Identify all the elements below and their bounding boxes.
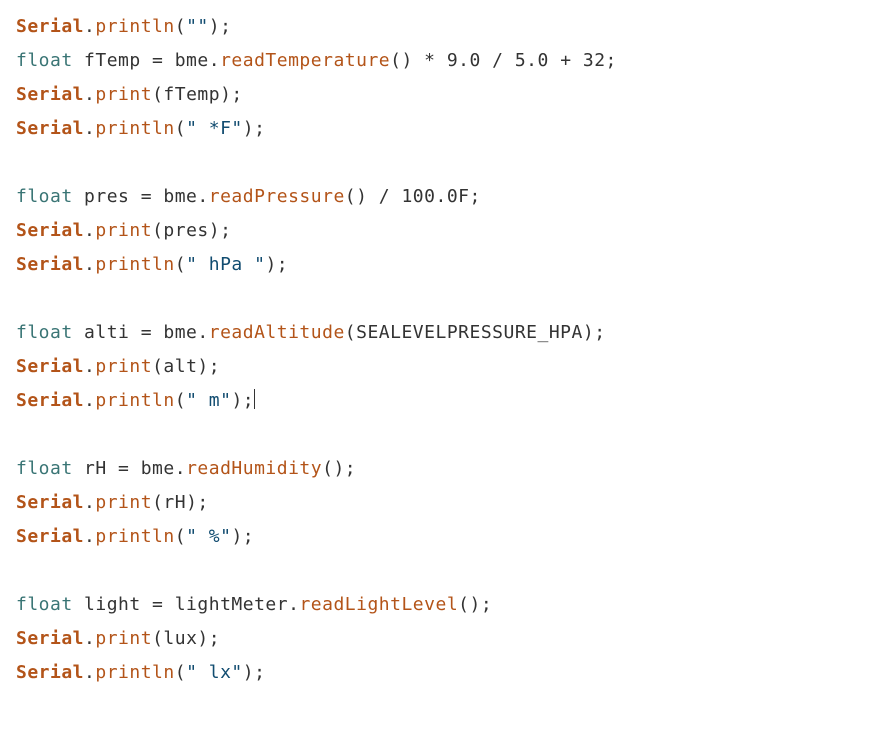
code-token-mem: println [95, 118, 174, 139]
code-token-mem: print [95, 628, 152, 649]
code-token-kw: float [16, 186, 73, 207]
code-token-op: . [84, 16, 95, 37]
code-token-op: . [84, 662, 95, 683]
code-token-obj: Serial [16, 662, 84, 683]
code-token-op: ); [231, 526, 254, 547]
code-token-mem: print [95, 356, 152, 377]
code-token-op: (); [322, 458, 356, 479]
code-line: float alti = bme.readAltitude(SEALEVELPR… [16, 316, 868, 350]
code-token-mem: println [95, 16, 174, 37]
code-token-op: ); [209, 16, 232, 37]
code-token-op: (pres); [152, 220, 231, 241]
code-token-obj: Serial [16, 356, 84, 377]
code-token-obj: Serial [16, 84, 84, 105]
code-token-str: " m" [186, 390, 231, 411]
code-token-op: . [84, 390, 95, 411]
code-token-op: . [84, 220, 95, 241]
code-token-op: fTemp = bme. [73, 50, 220, 71]
code-block: Serial.println("");float fTemp = bme.rea… [16, 10, 868, 690]
code-token-str: " %" [186, 526, 231, 547]
code-line: float light = lightMeter.readLightLevel(… [16, 588, 868, 622]
code-token-obj: Serial [16, 628, 84, 649]
code-line: Serial.print(lux); [16, 622, 868, 656]
code-token-str: " *F" [186, 118, 243, 139]
code-token-op: ); [243, 662, 266, 683]
code-token-op: () * 9.0 / 5.0 + 32; [390, 50, 617, 71]
code-token-obj: Serial [16, 390, 84, 411]
code-token-op: . [84, 628, 95, 649]
code-line [16, 146, 868, 180]
code-token-op: ( [175, 662, 186, 683]
code-line: Serial.print(fTemp); [16, 78, 868, 112]
code-token-op: (); [458, 594, 492, 615]
code-token-op: . [84, 526, 95, 547]
code-line: float fTemp = bme.readTemperature() * 9.… [16, 44, 868, 78]
code-token-mem: print [95, 220, 152, 241]
code-token-op: ); [243, 118, 266, 139]
code-token-op: rH = bme. [73, 458, 186, 479]
code-token-mem: println [95, 526, 174, 547]
code-token-op: . [84, 84, 95, 105]
code-line: Serial.println(" m"); [16, 384, 868, 418]
code-token-mem: readPressure [209, 186, 345, 207]
code-token-op: (SEALEVELPRESSURE_HPA); [345, 322, 606, 343]
code-token-mem: println [95, 662, 174, 683]
code-token-op: (rH); [152, 492, 209, 513]
code-token-op: . [84, 118, 95, 139]
text-cursor-icon [254, 389, 255, 409]
code-token-op: . [84, 356, 95, 377]
code-line: Serial.println(" *F"); [16, 112, 868, 146]
code-token-op: ); [265, 254, 288, 275]
code-token-mem: println [95, 254, 174, 275]
code-line: Serial.println(""); [16, 10, 868, 44]
code-token-mem: println [95, 390, 174, 411]
code-token-op: () / 100.0F; [345, 186, 481, 207]
code-token-mem: readAltitude [209, 322, 345, 343]
code-line: Serial.println(" hPa "); [16, 248, 868, 282]
code-token-kw: float [16, 322, 73, 343]
code-token-op: ); [231, 390, 254, 411]
code-token-op: (lux); [152, 628, 220, 649]
code-line [16, 554, 868, 588]
code-line: Serial.print(alt); [16, 350, 868, 384]
code-token-str: " lx" [186, 662, 243, 683]
code-token-mem: readLightLevel [299, 594, 458, 615]
code-line: float rH = bme.readHumidity(); [16, 452, 868, 486]
code-line [16, 282, 868, 316]
code-line: float pres = bme.readPressure() / 100.0F… [16, 180, 868, 214]
code-token-kw: float [16, 458, 73, 479]
code-token-mem: print [95, 492, 152, 513]
code-token-obj: Serial [16, 220, 84, 241]
code-token-op: ( [175, 16, 186, 37]
code-token-mem: readTemperature [220, 50, 390, 71]
code-token-op: (alt); [152, 356, 220, 377]
code-line [16, 418, 868, 452]
code-token-op: . [84, 254, 95, 275]
code-line: Serial.print(rH); [16, 486, 868, 520]
code-token-op: ( [175, 118, 186, 139]
code-token-str: "" [186, 16, 209, 37]
code-token-op: light = lightMeter. [73, 594, 300, 615]
code-line: Serial.print(pres); [16, 214, 868, 248]
code-token-obj: Serial [16, 526, 84, 547]
code-token-op: ( [175, 390, 186, 411]
code-line: Serial.println(" %"); [16, 520, 868, 554]
code-token-obj: Serial [16, 492, 84, 513]
code-token-op: alti = bme. [73, 322, 209, 343]
code-token-obj: Serial [16, 16, 84, 37]
code-token-kw: float [16, 594, 73, 615]
code-token-op: (fTemp); [152, 84, 243, 105]
code-token-mem: print [95, 84, 152, 105]
code-token-obj: Serial [16, 254, 84, 275]
code-token-mem: readHumidity [186, 458, 322, 479]
code-token-op: . [84, 492, 95, 513]
code-token-str: " hPa " [186, 254, 265, 275]
code-token-op: ( [175, 526, 186, 547]
code-line: Serial.println(" lx"); [16, 656, 868, 690]
code-token-op: ( [175, 254, 186, 275]
code-token-op: pres = bme. [73, 186, 209, 207]
code-token-kw: float [16, 50, 73, 71]
code-token-obj: Serial [16, 118, 84, 139]
